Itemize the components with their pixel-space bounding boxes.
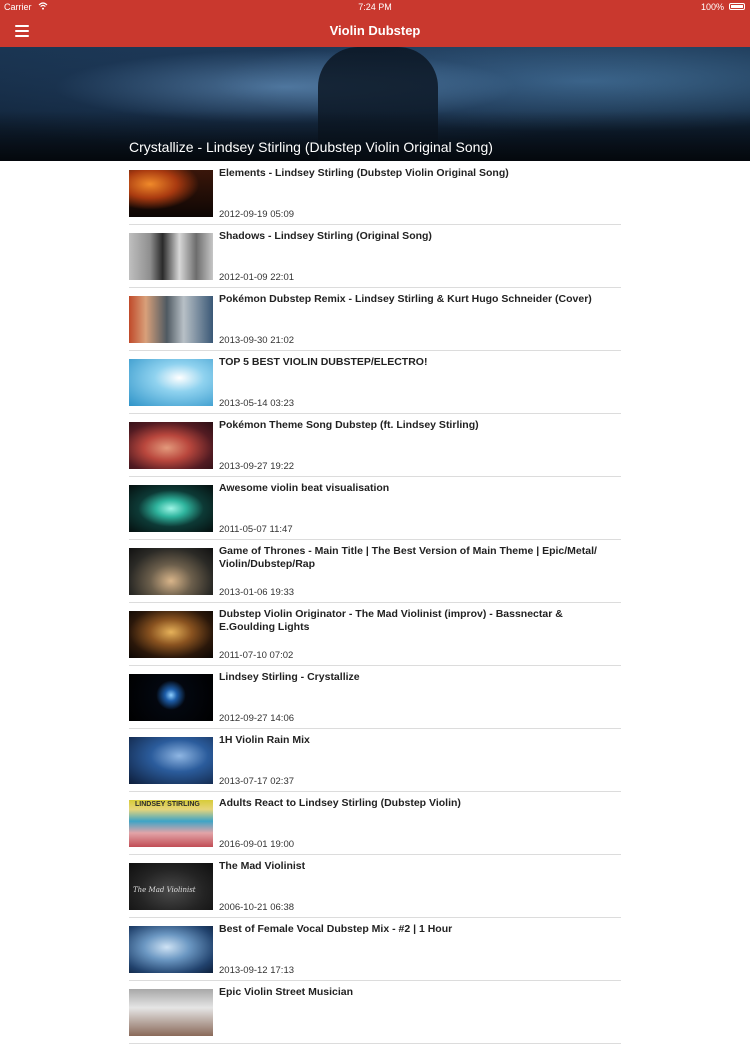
video-thumbnail [129,548,213,595]
list-item[interactable]: Lindsey Stirling - Crystallize 2012-09-2… [129,666,621,729]
video-title: Elements - Lindsey Stirling (Dubstep Vio… [219,167,509,179]
video-thumbnail [129,170,213,217]
list-item[interactable]: Pokémon Theme Song Dubstep (ft. Lindsey … [129,414,621,477]
featured-video-banner[interactable]: Crystallize - Lindsey Stirling (Dubstep … [0,47,750,161]
list-item[interactable]: Pokémon Dubstep Remix - Lindsey Stirling… [129,288,621,351]
video-date: 2011-05-07 11:47 [219,524,293,535]
featured-video-title: Crystallize - Lindsey Stirling (Dubstep … [129,139,493,155]
video-title: Epic Violin Street Musician [219,986,354,998]
video-date: 2013-07-17 02:37 [219,776,295,787]
list-item[interactable]: LINDSEY STIRLING Adults React to Lindsey… [129,792,621,855]
video-title: Pokémon Dubstep Remix - Lindsey Stirling… [219,293,592,305]
video-thumbnail: LINDSEY STIRLING [129,800,213,847]
video-title: Game of Thrones - Main Title | The Best … [219,545,597,570]
video-date: 2011-07-10 07:02 [219,650,294,661]
list-item[interactable]: Shadows - Lindsey Stirling (Original Son… [129,225,621,288]
video-title: 1H Violin Rain Mix [219,734,310,746]
list-item[interactable]: Dubstep Violin Originator - The Mad Viol… [129,603,621,666]
list-item[interactable]: Best of Female Vocal Dubstep Mix - #2 | … [129,918,621,981]
clock: 7:24 PM [358,2,392,12]
list-item[interactable]: Game of Thrones - Main Title | The Best … [129,540,621,603]
battery-percent: 100% [700,2,724,12]
list-item[interactable]: The Mad Violinist The Mad Violinist 2006… [129,855,621,918]
list-item[interactable]: Awesome violin beat visualisation 2011-0… [129,477,621,540]
thumbnail-caption: LINDSEY STIRLING [135,801,200,808]
nav-bar: Violin Dubstep [0,14,750,47]
video-thumbnail [129,611,213,658]
video-thumbnail [129,485,213,532]
video-date: 2013-09-12 17:13 [219,965,295,976]
page-title: Violin Dubstep [329,23,421,38]
list-item[interactable]: Elements - Lindsey Stirling (Dubstep Vio… [129,162,621,225]
video-date: 2013-09-27 19:22 [219,461,295,472]
video-thumbnail [129,926,213,973]
video-thumbnail [129,674,213,721]
video-date: 2013-01-06 19:33 [219,587,295,598]
video-date: 2012-09-27 14:06 [219,713,295,724]
video-title: Lindsey Stirling - Crystallize [219,671,360,683]
thumbnail-caption: The Mad Violinist [133,886,196,894]
video-title: The Mad Violinist [219,860,306,872]
video-thumbnail [129,989,213,1036]
list-item[interactable]: 1H Violin Rain Mix 2013-07-17 02:37 [129,729,621,792]
video-title: Best of Female Vocal Dubstep Mix - #2 | … [219,923,453,935]
video-date: 2013-09-30 21:02 [219,335,295,346]
video-title: Adults React to Lindsey Stirling (Dubste… [219,797,461,809]
video-title: Awesome violin beat visualisation [219,482,390,494]
list-item[interactable]: Epic Violin Street Musician [129,981,621,1044]
video-title: Shadows - Lindsey Stirling (Original Son… [219,230,432,242]
video-thumbnail: The Mad Violinist [129,863,213,910]
video-thumbnail [129,422,213,469]
video-date: 2012-09-19 05:09 [219,209,295,220]
video-date: 2012-01-09 22:01 [219,272,295,283]
video-thumbnail [129,737,213,784]
status-bar: Carrier 7:24 PM 100% [0,0,750,14]
video-date: 2006-10-21 06:38 [219,902,295,913]
video-title: Pokémon Theme Song Dubstep (ft. Lindsey … [219,419,479,431]
video-thumbnail [129,233,213,280]
video-title: Dubstep Violin Originator - The Mad Viol… [219,608,563,633]
video-date: 2013-05-14 03:23 [219,398,295,409]
battery-icon [729,3,745,10]
video-date: 2016-09-01 19:00 [219,839,295,850]
video-list: Elements - Lindsey Stirling (Dubstep Vio… [129,162,621,1044]
video-title: TOP 5 BEST VIOLIN DUBSTEP/ELECTRO! [219,356,428,368]
list-item[interactable]: TOP 5 BEST VIOLIN DUBSTEP/ELECTRO! 2013-… [129,351,621,414]
video-thumbnail [129,359,213,406]
video-thumbnail [129,296,213,343]
